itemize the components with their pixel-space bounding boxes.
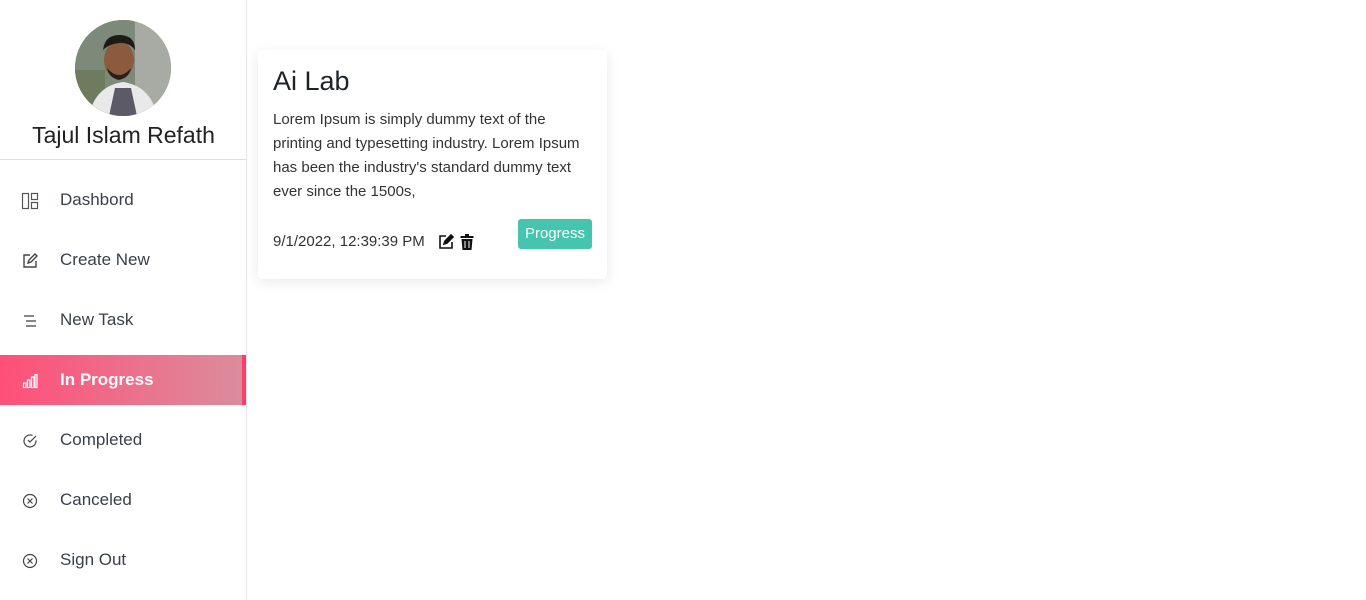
- task-date: 9/1/2022, 12:39:39 PM: [273, 233, 425, 250]
- sidebar-item-sign-out[interactable]: Sign Out: [0, 535, 247, 585]
- status-badge[interactable]: Progress: [517, 219, 592, 249]
- profile-section: Tajul Islam Refath: [0, 0, 246, 160]
- sidebar: Tajul Islam Refath Dashbord Create New N…: [0, 0, 247, 600]
- avatar: [75, 20, 171, 116]
- check-circle-icon: [20, 431, 40, 451]
- sidebar-item-new-task[interactable]: New Task: [0, 295, 247, 345]
- task-description: Lorem Ipsum is simply dummy text of the …: [273, 111, 580, 200]
- sidebar-item-label: Sign Out: [60, 550, 127, 569]
- sidebar-item-label: In Progress: [60, 370, 154, 389]
- sidebar-item-label: Completed: [60, 430, 143, 449]
- list-icon: [20, 311, 40, 331]
- sidebar-item-label: Canceled: [60, 490, 132, 509]
- profile-name: Tajul Islam Refath: [32, 122, 215, 148]
- sidebar-item-label: Dashbord: [60, 190, 134, 209]
- edit-icon: [20, 251, 40, 271]
- task-card: Ai Lab Lorem Ipsum is simply dummy text …: [258, 50, 607, 279]
- sidebar-item-create-new[interactable]: Create New: [0, 235, 247, 285]
- dashboard-icon: [20, 191, 40, 211]
- sidebar-item-dashboard[interactable]: Dashbord: [0, 175, 247, 225]
- edit-icon[interactable]: [438, 233, 455, 250]
- sidebar-item-label: New Task: [60, 310, 134, 329]
- sidebar-item-label: Create New: [60, 250, 150, 269]
- sidebar-item-completed[interactable]: Completed: [0, 415, 247, 465]
- sidebar-item-canceled[interactable]: Canceled: [0, 475, 247, 525]
- x-circle-icon: [20, 491, 40, 511]
- sidebar-item-in-progress[interactable]: In Progress: [0, 355, 246, 405]
- sidebar-menu: Dashbord Create New New Task In Progress…: [0, 175, 247, 595]
- task-title: Ai Lab: [273, 66, 350, 96]
- bar-chart-icon: [20, 371, 40, 391]
- trash-icon[interactable]: [460, 234, 474, 250]
- x-circle-icon: [20, 551, 40, 571]
